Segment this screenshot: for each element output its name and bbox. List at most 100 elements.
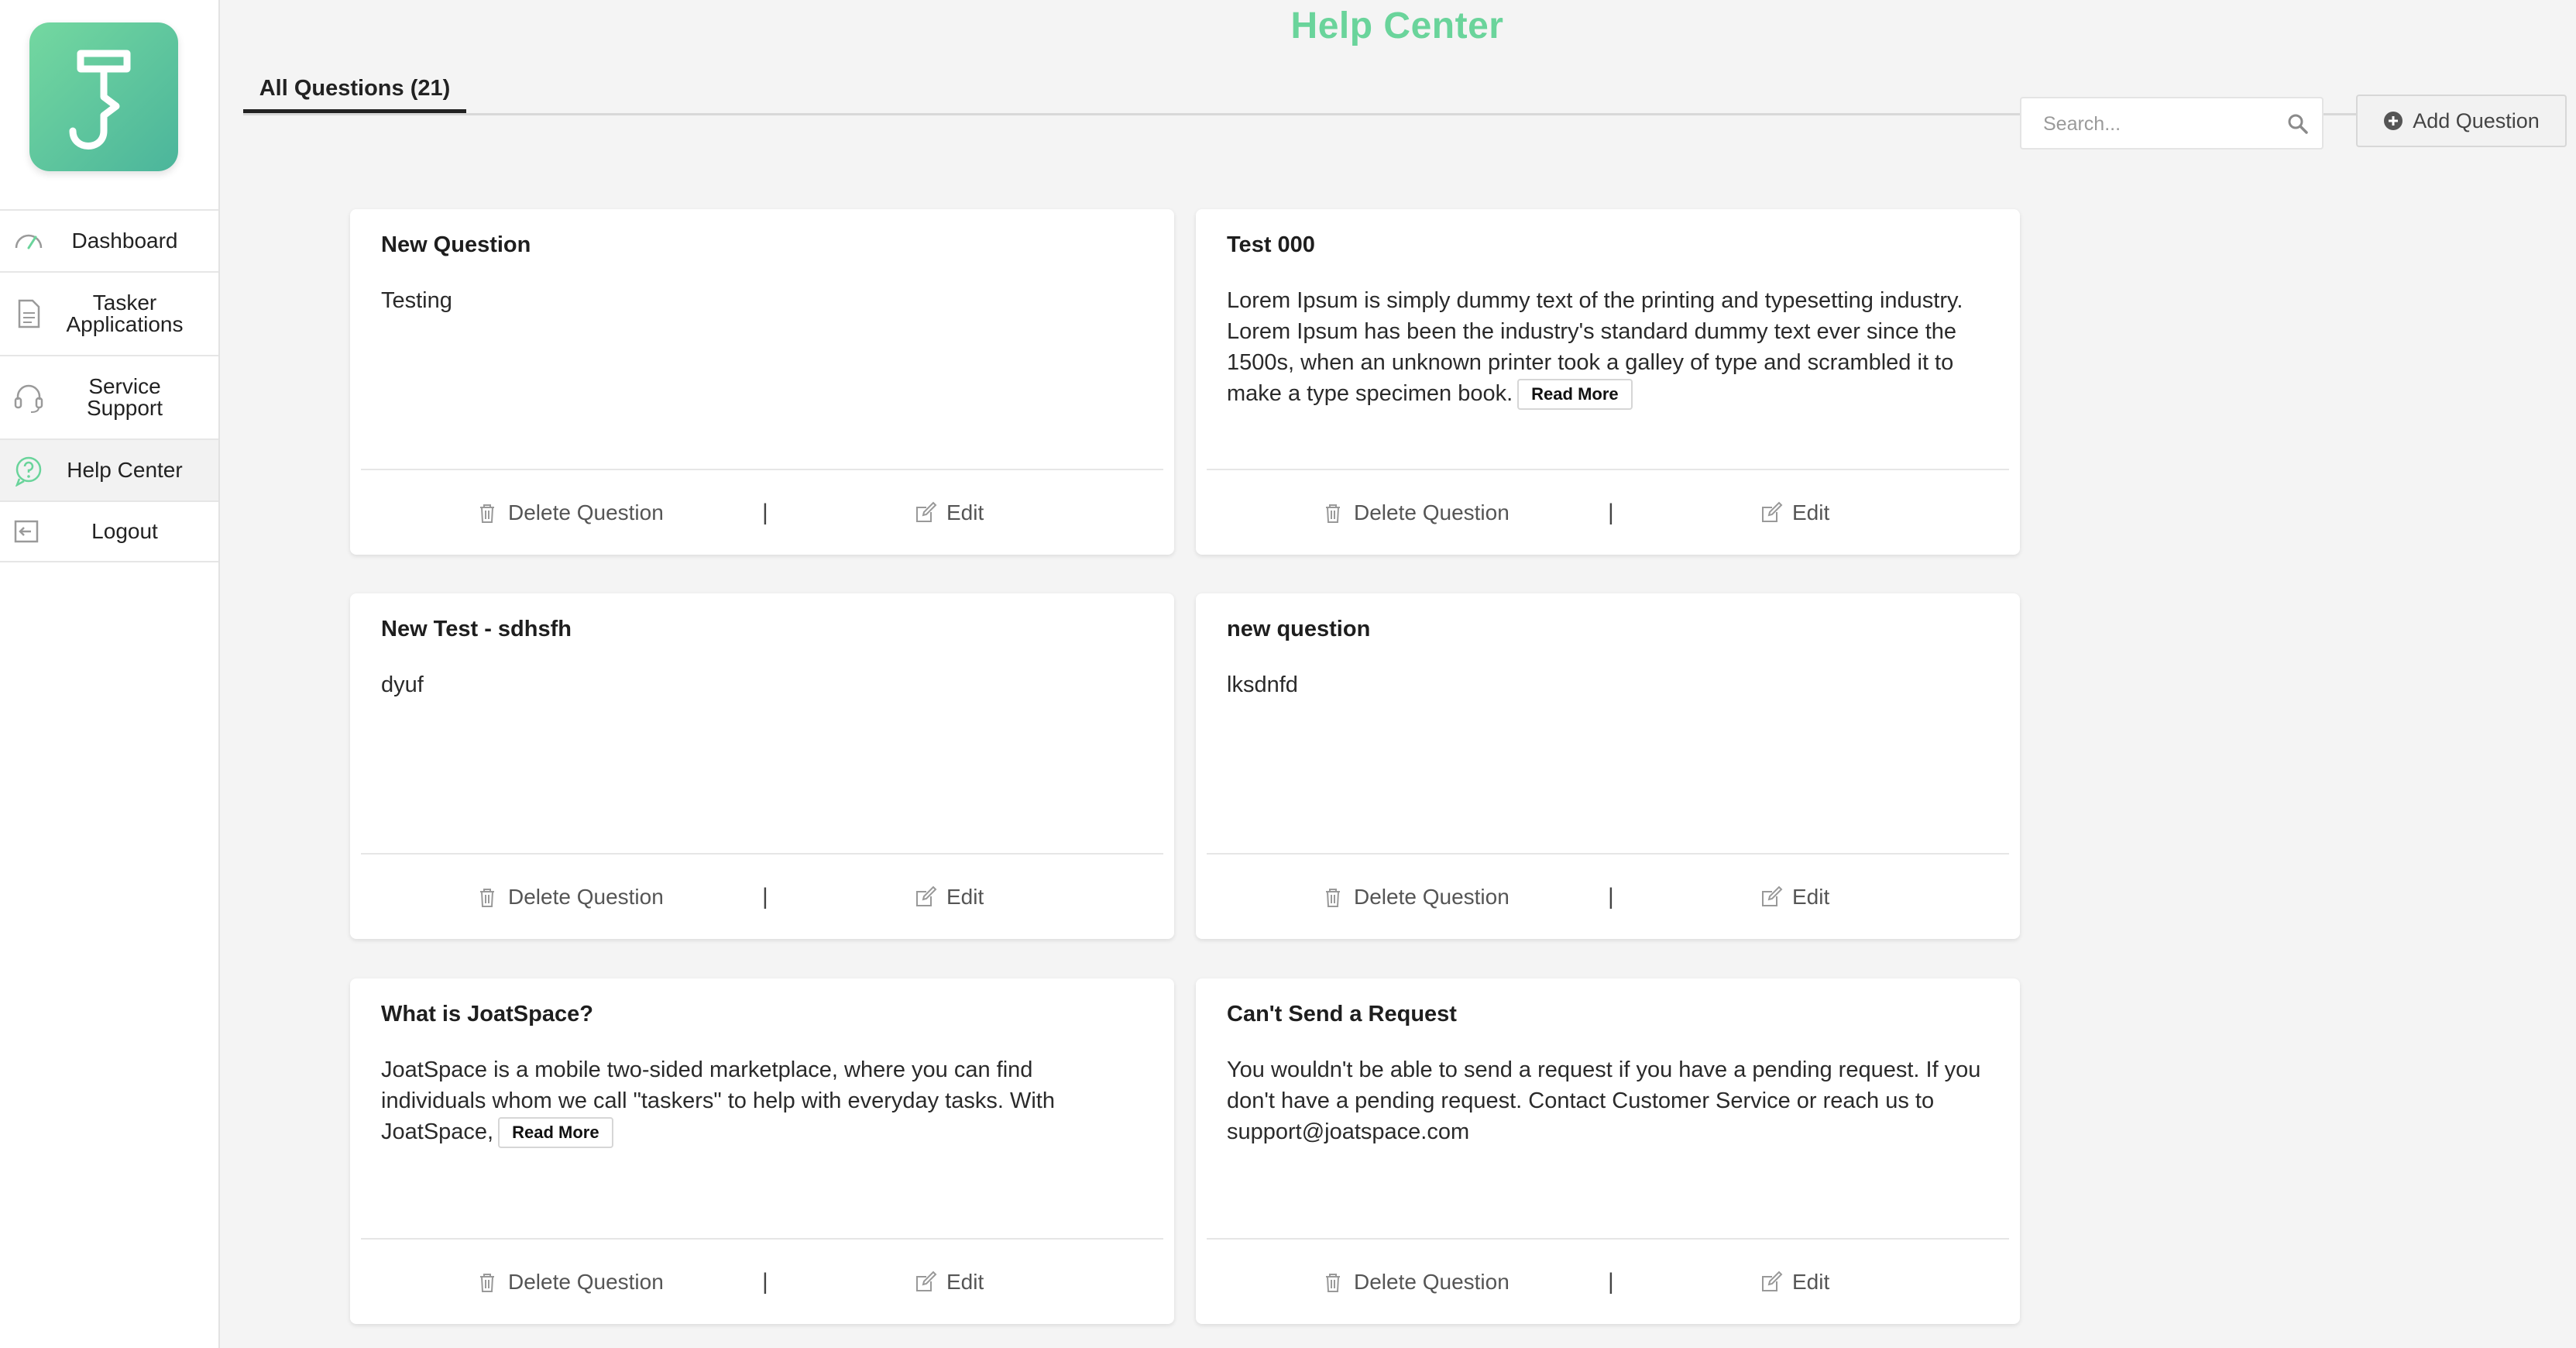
page-title: Help Center	[1290, 5, 1504, 46]
card-actions: Delete Question | Edit	[1196, 855, 2020, 939]
delete-label: Delete Question	[508, 500, 664, 524]
trash-icon	[1326, 1274, 1340, 1292]
sidebar-item-label: Service Support	[86, 374, 163, 420]
delete-question-button[interactable]: Delete Question	[1321, 471, 1510, 555]
sidebar-item-dashboard[interactable]: Dashboard	[0, 209, 218, 271]
delete-question-button[interactable]: Delete Question	[1321, 1240, 1510, 1324]
edit-question-button[interactable]: Edit	[914, 1240, 984, 1324]
question-title: Test 000	[1227, 232, 1315, 257]
question-card: New Question Testing Delete Question | E…	[350, 209, 1174, 555]
search-box	[2020, 97, 2324, 150]
question-text: lksdnfd	[1227, 672, 1298, 697]
read-more-button[interactable]: Read More	[1517, 379, 1633, 411]
question-body: lksdnfd	[1227, 669, 1986, 700]
card-divider	[1207, 1238, 2009, 1240]
sidebar-nav: Dashboard Tasker Applications Service Su…	[0, 209, 218, 562]
action-separator: |	[762, 884, 768, 910]
logout-icon	[14, 520, 39, 543]
trash-icon	[1326, 889, 1340, 907]
search-icon[interactable]	[2286, 112, 2310, 136]
edit-label: Edit	[1792, 500, 1830, 524]
delete-question-button[interactable]: Delete Question	[476, 1240, 664, 1324]
card-divider	[361, 853, 1163, 855]
tab-all-questions[interactable]: All Questions (21)	[243, 54, 466, 113]
sidebar-item-label: Logout	[91, 519, 158, 543]
read-more-button[interactable]: Read More	[498, 1117, 613, 1149]
action-separator: |	[762, 1269, 768, 1295]
delete-question-button[interactable]: Delete Question	[476, 471, 664, 555]
sidebar-item-label: Tasker Applications	[66, 291, 184, 336]
question-body: JoatSpace is a mobile two-sided marketpl…	[381, 1054, 1140, 1149]
edit-icon	[1762, 885, 1783, 906]
question-title: new question	[1227, 617, 1371, 641]
headset-icon	[14, 384, 43, 413]
card-divider	[361, 469, 1163, 470]
edit-label: Edit	[946, 1270, 984, 1294]
sidebar-item-help-center[interactable]: Help Center	[0, 438, 218, 500]
add-question-label: Add Question	[2413, 108, 2540, 132]
search-input[interactable]	[2042, 98, 2277, 150]
question-title: New Question	[381, 232, 531, 257]
edit-label: Edit	[1792, 885, 1830, 909]
delete-question-button[interactable]: Delete Question	[1321, 855, 1510, 939]
edit-label: Edit	[1792, 1270, 1830, 1294]
edit-question-button[interactable]: Edit	[1760, 471, 1829, 555]
question-text: dyuf	[381, 672, 424, 697]
question-card: Can't Send a Request You wouldn't be abl…	[1196, 978, 2020, 1324]
delete-label: Delete Question	[508, 885, 664, 909]
action-separator: |	[1608, 884, 1614, 910]
card-actions: Delete Question | Edit	[350, 471, 1174, 555]
trash-icon	[480, 1274, 494, 1292]
sidebar-item-logout[interactable]: Logout	[0, 500, 218, 562]
question-title: Can't Send a Request	[1227, 1002, 1457, 1026]
question-title: What is JoatSpace?	[381, 1002, 593, 1026]
app-logo[interactable]	[29, 22, 178, 171]
card-actions: Delete Question | Edit	[1196, 1240, 2020, 1324]
sidebar-item-label: Help Center	[67, 458, 183, 482]
plus-circle-icon	[2384, 112, 2403, 130]
card-divider	[1207, 469, 2009, 470]
card-divider	[361, 1238, 1163, 1240]
edit-icon	[1762, 1271, 1783, 1291]
document-icon	[18, 299, 40, 328]
question-title: New Test - sdhsfh	[381, 617, 572, 641]
edit-icon	[916, 501, 937, 522]
trash-icon	[480, 889, 494, 907]
question-body: Testing	[381, 285, 1140, 316]
action-separator: |	[762, 500, 768, 525]
edit-label: Edit	[946, 885, 984, 909]
card-actions: Delete Question | Edit	[350, 855, 1174, 939]
hook-logo-icon	[69, 50, 131, 150]
sidebar-item-label: Dashboard	[71, 229, 178, 253]
card-actions: Delete Question | Edit	[1196, 471, 2020, 555]
sidebar-item-service-support[interactable]: Service Support	[0, 355, 218, 438]
add-question-button[interactable]: Add Question	[2356, 95, 2567, 147]
delete-question-button[interactable]: Delete Question	[476, 855, 664, 939]
sidebar-item-tasker-applications[interactable]: Tasker Applications	[0, 271, 218, 355]
trash-icon	[480, 504, 494, 523]
trash-icon	[1326, 504, 1340, 523]
edit-question-button[interactable]: Edit	[914, 855, 984, 939]
edit-label: Edit	[946, 500, 984, 524]
question-card: New Test - sdhsfh dyuf Delete Question |…	[350, 593, 1174, 939]
action-separator: |	[1608, 1269, 1614, 1295]
sidebar: Dashboard Tasker Applications Service Su…	[0, 0, 220, 1348]
question-text: JoatSpace is a mobile two-sided marketpl…	[381, 1057, 1055, 1144]
question-card: new question lksdnfd Delete Question | E…	[1196, 593, 2020, 939]
edit-question-button[interactable]: Edit	[914, 471, 984, 555]
tab-label: All Questions (21)	[259, 76, 451, 101]
question-card: What is JoatSpace? JoatSpace is a mobile…	[350, 978, 1174, 1324]
edit-icon	[916, 1271, 937, 1291]
question-body: dyuf	[381, 669, 1140, 700]
question-text: You wouldn't be able to send a request i…	[1227, 1057, 1981, 1144]
question-card: Test 000 Lorem Ipsum is simply dummy tex…	[1196, 209, 2020, 555]
question-body: You wouldn't be able to send a request i…	[1227, 1054, 1986, 1147]
question-text: Testing	[381, 288, 452, 313]
speedometer-icon	[15, 234, 43, 249]
card-divider	[1207, 853, 2009, 855]
card-actions: Delete Question | Edit	[350, 1240, 1174, 1324]
delete-label: Delete Question	[508, 1270, 664, 1294]
edit-question-button[interactable]: Edit	[1760, 855, 1829, 939]
edit-question-button[interactable]: Edit	[1760, 1240, 1829, 1324]
delete-label: Delete Question	[1354, 1270, 1510, 1294]
